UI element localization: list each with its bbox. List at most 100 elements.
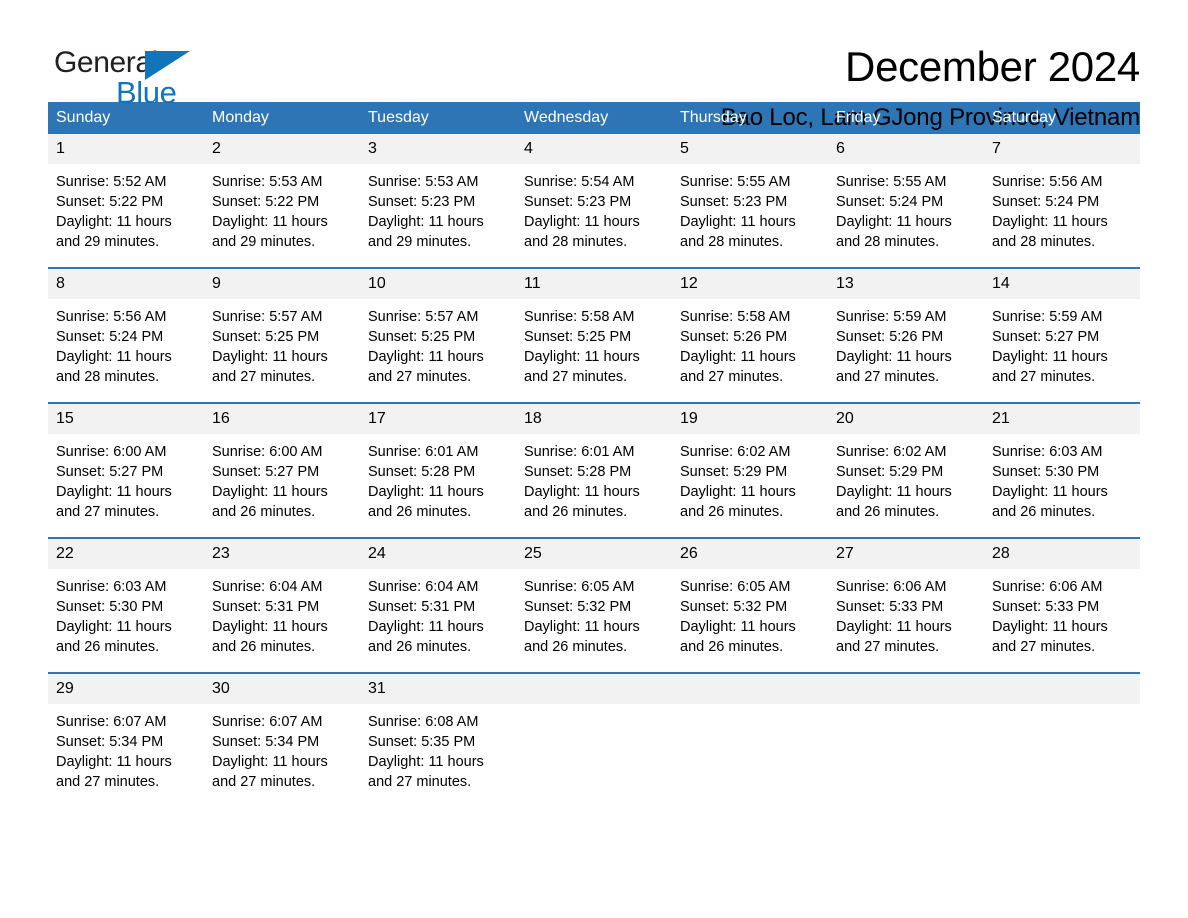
sunset-text: Sunset: 5:26 PM [680, 329, 788, 345]
sunrise-text: Sunrise: 6:07 AM [56, 714, 167, 730]
daylight-text-line2: and 26 minutes. [836, 504, 940, 520]
sunrise-text: Sunrise: 6:06 AM [836, 579, 947, 595]
sunrise-text: Sunrise: 5:55 AM [680, 174, 791, 190]
day-details: Sunrise: 6:00 AM Sunset: 5:27 PM Dayligh… [204, 434, 360, 522]
day-number: 14 [984, 269, 1140, 299]
day-cell[interactable]: 29 Sunrise: 6:07 AM Sunset: 5:34 PM Dayl… [48, 674, 204, 807]
day-cell[interactable]: 22 Sunrise: 6:03 AM Sunset: 5:30 PM Dayl… [48, 539, 204, 672]
daylight-text-line1: Daylight: 11 hours [680, 349, 796, 365]
daylight-text-line2: and 29 minutes. [368, 234, 472, 250]
daylight-text-line2: and 27 minutes. [836, 369, 940, 385]
day-cell[interactable]: 17 Sunrise: 6:01 AM Sunset: 5:28 PM Dayl… [360, 404, 516, 537]
day-number: 6 [828, 134, 984, 164]
day-details: Sunrise: 6:03 AM Sunset: 5:30 PM Dayligh… [48, 569, 204, 657]
daylight-text-line1: Daylight: 11 hours [680, 484, 796, 500]
sunset-text: Sunset: 5:24 PM [836, 194, 944, 210]
day-number: 30 [204, 674, 360, 704]
day-cell[interactable]: 7 Sunrise: 5:56 AM Sunset: 5:24 PM Dayli… [984, 134, 1140, 267]
daylight-text-line2: and 27 minutes. [368, 774, 472, 790]
sunrise-text: Sunrise: 6:01 AM [368, 444, 479, 460]
day-cell[interactable]: 2 Sunrise: 5:53 AM Sunset: 5:22 PM Dayli… [204, 134, 360, 267]
daylight-text-line2: and 26 minutes. [680, 639, 784, 655]
day-cell[interactable]: 6 Sunrise: 5:55 AM Sunset: 5:24 PM Dayli… [828, 134, 984, 267]
sunrise-text: Sunrise: 5:53 AM [212, 174, 323, 190]
sunset-text: Sunset: 5:27 PM [992, 329, 1100, 345]
sunset-text: Sunset: 5:28 PM [368, 464, 476, 480]
day-cell[interactable]: 24 Sunrise: 6:04 AM Sunset: 5:31 PM Dayl… [360, 539, 516, 672]
day-cell[interactable]: 3 Sunrise: 5:53 AM Sunset: 5:23 PM Dayli… [360, 134, 516, 267]
day-number: 9 [204, 269, 360, 299]
day-details: Sunrise: 6:01 AM Sunset: 5:28 PM Dayligh… [516, 434, 672, 522]
day-cell[interactable]: 26 Sunrise: 6:05 AM Sunset: 5:32 PM Dayl… [672, 539, 828, 672]
sunset-text: Sunset: 5:32 PM [524, 599, 632, 615]
sunrise-text: Sunrise: 6:05 AM [680, 579, 791, 595]
day-cell[interactable]: 14 Sunrise: 5:59 AM Sunset: 5:27 PM Dayl… [984, 269, 1140, 402]
daylight-text-line2: and 26 minutes. [56, 639, 160, 655]
day-cell[interactable]: 30 Sunrise: 6:07 AM Sunset: 5:34 PM Dayl… [204, 674, 360, 807]
day-number: 23 [204, 539, 360, 569]
sunrise-text: Sunrise: 5:55 AM [836, 174, 947, 190]
day-cell[interactable]: 15 Sunrise: 6:00 AM Sunset: 5:27 PM Dayl… [48, 404, 204, 537]
day-number: 2 [204, 134, 360, 164]
daylight-text-line1: Daylight: 11 hours [680, 214, 796, 230]
sunrise-text: Sunrise: 5:53 AM [368, 174, 479, 190]
daylight-text-line1: Daylight: 11 hours [836, 349, 952, 365]
sunset-text: Sunset: 5:23 PM [368, 194, 476, 210]
day-number: 12 [672, 269, 828, 299]
day-cell[interactable]: 11 Sunrise: 5:58 AM Sunset: 5:25 PM Dayl… [516, 269, 672, 402]
day-cell[interactable]: 16 Sunrise: 6:00 AM Sunset: 5:27 PM Dayl… [204, 404, 360, 537]
day-cell-empty [672, 674, 828, 807]
day-number: 3 [360, 134, 516, 164]
sunrise-text: Sunrise: 5:58 AM [680, 309, 791, 325]
day-number: 27 [828, 539, 984, 569]
daylight-text-line2: and 27 minutes. [212, 774, 316, 790]
daylight-text-line1: Daylight: 11 hours [56, 214, 172, 230]
day-cell[interactable]: 31 Sunrise: 6:08 AM Sunset: 5:35 PM Dayl… [360, 674, 516, 807]
day-cell[interactable]: 19 Sunrise: 6:02 AM Sunset: 5:29 PM Dayl… [672, 404, 828, 537]
daylight-text-line1: Daylight: 11 hours [368, 754, 484, 770]
day-cell[interactable]: 20 Sunrise: 6:02 AM Sunset: 5:29 PM Dayl… [828, 404, 984, 537]
day-cell[interactable]: 25 Sunrise: 6:05 AM Sunset: 5:32 PM Dayl… [516, 539, 672, 672]
sunrise-text: Sunrise: 6:04 AM [212, 579, 323, 595]
day-cell[interactable]: 27 Sunrise: 6:06 AM Sunset: 5:33 PM Dayl… [828, 539, 984, 672]
sunset-text: Sunset: 5:29 PM [680, 464, 788, 480]
weekday-header-monday: Monday [212, 109, 269, 126]
day-details: Sunrise: 5:53 AM Sunset: 5:23 PM Dayligh… [360, 164, 516, 252]
day-cell[interactable]: 10 Sunrise: 5:57 AM Sunset: 5:25 PM Dayl… [360, 269, 516, 402]
week-row: 1 Sunrise: 5:52 AM Sunset: 5:22 PM Dayli… [48, 134, 1140, 267]
day-cell[interactable]: 28 Sunrise: 6:06 AM Sunset: 5:33 PM Dayl… [984, 539, 1140, 672]
day-cell[interactable]: 5 Sunrise: 5:55 AM Sunset: 5:23 PM Dayli… [672, 134, 828, 267]
day-number [516, 674, 672, 704]
day-cell[interactable]: 4 Sunrise: 5:54 AM Sunset: 5:23 PM Dayli… [516, 134, 672, 267]
week-row: 29 Sunrise: 6:07 AM Sunset: 5:34 PM Dayl… [48, 672, 1140, 807]
day-number: 1 [48, 134, 204, 164]
sunset-text: Sunset: 5:32 PM [680, 599, 788, 615]
day-number [984, 674, 1140, 704]
day-cell[interactable]: 9 Sunrise: 5:57 AM Sunset: 5:25 PM Dayli… [204, 269, 360, 402]
day-cell[interactable]: 23 Sunrise: 6:04 AM Sunset: 5:31 PM Dayl… [204, 539, 360, 672]
day-cell[interactable]: 18 Sunrise: 6:01 AM Sunset: 5:28 PM Dayl… [516, 404, 672, 537]
daylight-text-line2: and 27 minutes. [836, 639, 940, 655]
daylight-text-line1: Daylight: 11 hours [212, 619, 328, 635]
day-cell[interactable]: 21 Sunrise: 6:03 AM Sunset: 5:30 PM Dayl… [984, 404, 1140, 537]
day-cell[interactable]: 12 Sunrise: 5:58 AM Sunset: 5:26 PM Dayl… [672, 269, 828, 402]
page-title: December 2024 [845, 43, 1140, 90]
daylight-text-line2: and 26 minutes. [992, 504, 1096, 520]
daylight-text-line1: Daylight: 11 hours [524, 349, 640, 365]
day-details: Sunrise: 6:01 AM Sunset: 5:28 PM Dayligh… [360, 434, 516, 522]
day-cell[interactable]: 8 Sunrise: 5:56 AM Sunset: 5:24 PM Dayli… [48, 269, 204, 402]
day-cell[interactable]: 1 Sunrise: 5:52 AM Sunset: 5:22 PM Dayli… [48, 134, 204, 267]
day-number: 19 [672, 404, 828, 434]
day-details: Sunrise: 6:04 AM Sunset: 5:31 PM Dayligh… [360, 569, 516, 657]
day-cell[interactable]: 13 Sunrise: 5:59 AM Sunset: 5:26 PM Dayl… [828, 269, 984, 402]
day-details: Sunrise: 5:59 AM Sunset: 5:27 PM Dayligh… [984, 299, 1140, 387]
day-details: Sunrise: 5:55 AM Sunset: 5:23 PM Dayligh… [672, 164, 828, 252]
sunrise-text: Sunrise: 6:08 AM [368, 714, 479, 730]
daylight-text-line1: Daylight: 11 hours [56, 484, 172, 500]
daylight-text-line2: and 26 minutes. [680, 504, 784, 520]
day-number: 16 [204, 404, 360, 434]
sunset-text: Sunset: 5:34 PM [212, 734, 320, 750]
day-details: Sunrise: 5:56 AM Sunset: 5:24 PM Dayligh… [984, 164, 1140, 252]
sunset-text: Sunset: 5:30 PM [992, 464, 1100, 480]
day-number: 29 [48, 674, 204, 704]
